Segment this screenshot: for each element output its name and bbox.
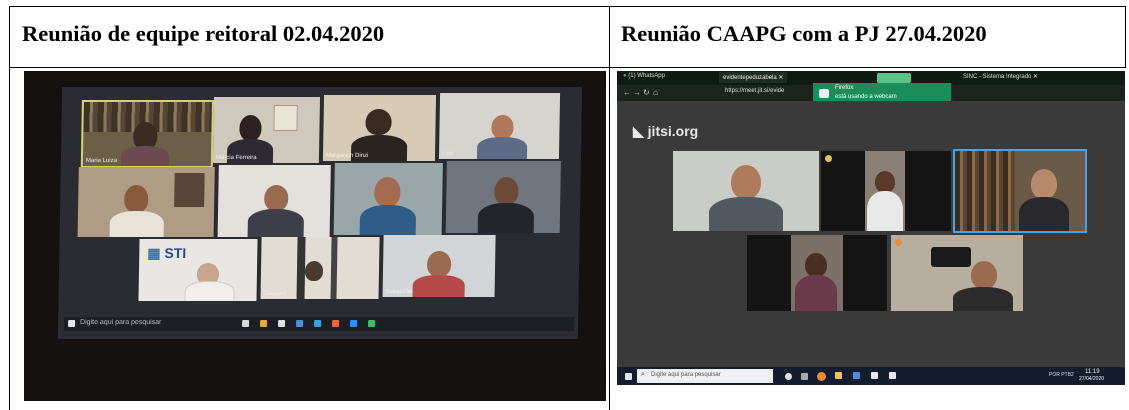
participant-name: Maria Luiza (85, 158, 117, 164)
participant-tile-active (953, 149, 1087, 233)
participant-tile: Margareth Dinzi (322, 95, 437, 161)
table-left-border (9, 6, 10, 410)
taskbar-app-icon[interactable] (889, 372, 896, 379)
taskbar-app-icon[interactable] (871, 372, 878, 379)
home-icon[interactable]: ⌂ (653, 88, 658, 97)
taskbar-app-icon[interactable] (853, 372, 860, 379)
language-indicator[interactable]: POR PTB2 (1049, 372, 1074, 378)
participant-tile: Luiz (438, 93, 561, 159)
participant-tile (77, 167, 215, 237)
sti-logo: ▦ STI (147, 245, 187, 261)
participant-name: Luiz (441, 151, 454, 157)
windows-taskbar: Digite aqui para pesquisar (63, 317, 575, 331)
participant-tile (673, 151, 819, 231)
windows-start-icon[interactable] (68, 320, 76, 327)
jitsi-logo: ◣ jitsi.org (633, 123, 699, 139)
clock-date[interactable]: 27/04/2020 (1079, 376, 1104, 382)
taskbar-app-icon[interactable] (350, 320, 358, 327)
taskbar-app-icon[interactable] (332, 320, 340, 327)
windows-taskbar: ⌕ Digite aqui para pesquisar POR PTB2 11… (617, 367, 1125, 385)
avatar-dot (825, 155, 832, 162)
taskbar-app-icon[interactable] (278, 320, 286, 327)
right-meeting-photo: ● (1) WhatsApp evidentepeduzabela ✕ SINC… (617, 71, 1125, 385)
participant-tile (445, 161, 561, 233)
taskbar-app-icon[interactable] (835, 372, 842, 379)
clock-time[interactable]: 11:19 (1085, 369, 1100, 375)
taskbar-app-icon[interactable] (801, 373, 808, 380)
back-icon[interactable]: ← (623, 88, 631, 97)
sharing-indicator (877, 73, 911, 83)
taskbar-app-icon[interactable] (260, 320, 268, 327)
jitsi-icon: ◣ (633, 123, 644, 139)
firefox-icon[interactable] (817, 372, 826, 381)
table-top-border (9, 6, 1126, 7)
laptop-screen: Maria Luiza Márcia Ferreira Margareth Di… (57, 87, 583, 339)
taskbar-app-icon[interactable] (296, 320, 304, 327)
close-icon[interactable]: ✕ (778, 75, 783, 81)
jitsi-stage: ◣ jitsi.org (617, 101, 1125, 373)
participant-name: Sebastião (385, 289, 413, 295)
participant-name: Márcia Ferreira (215, 155, 257, 161)
avatar-dot (895, 239, 902, 246)
right-column-header: Reunião CAAPG com a PJ 27.04.2020 (621, 21, 987, 46)
sti-icon: ▦ (147, 245, 165, 261)
participant-tile: Maria Luiza (80, 100, 214, 168)
left-meeting-photo: Maria Luiza Márcia Ferreira Margareth Di… (24, 71, 606, 401)
table-middle-border (609, 6, 610, 410)
participant-tile: Sebastião (382, 235, 496, 297)
search-icon: ⌕ (641, 371, 645, 378)
participant-name: Margareth Dinzi (325, 153, 369, 159)
browser-tab[interactable]: SINC - Sistema Integrado ✕ (963, 73, 1038, 80)
taskbar-search-input[interactable]: ⌕ Digite aqui para pesquisar (637, 369, 773, 383)
participant-tile (217, 165, 331, 237)
taskbar-app-icon[interactable] (785, 373, 792, 380)
participant-tile: ▦ STI (138, 239, 258, 301)
whatsapp-icon: ● (623, 73, 627, 79)
notification-title: Firefox (835, 85, 854, 91)
browser-tab[interactable]: evidentepeduzabela ✕ (719, 72, 788, 83)
participant-tile (333, 163, 443, 235)
camera-icon (819, 89, 829, 98)
notification-body: está usando a webcam (835, 94, 897, 100)
participant-tile: Márcia Ferreira (212, 97, 321, 163)
left-column-header: Reunião de equipe reitoral 02.04.2020 (22, 21, 385, 46)
participant-tile (747, 235, 887, 311)
participant-name: Joaquim (263, 291, 287, 297)
table-row-divider (9, 67, 1126, 68)
taskbar-app-icon[interactable] (314, 320, 322, 327)
participant-tile (891, 235, 1023, 311)
taskbar-app-icon[interactable] (368, 320, 376, 327)
close-icon[interactable]: ✕ (1033, 74, 1038, 80)
url-bar[interactable]: https://meet.jit.si/evide (725, 88, 784, 94)
table-right-border (1125, 6, 1126, 68)
forward-icon[interactable]: → (633, 88, 641, 97)
participant-tile (821, 151, 951, 231)
reload-icon[interactable]: ↻ (643, 88, 650, 97)
participant-tile: Joaquim (260, 237, 380, 299)
taskbar-app-icon[interactable] (242, 320, 250, 327)
taskbar-search-input[interactable]: Digite aqui para pesquisar (80, 319, 161, 326)
browser-tab[interactable]: ● (1) WhatsApp (623, 73, 665, 79)
windows-start-icon[interactable] (625, 373, 632, 380)
